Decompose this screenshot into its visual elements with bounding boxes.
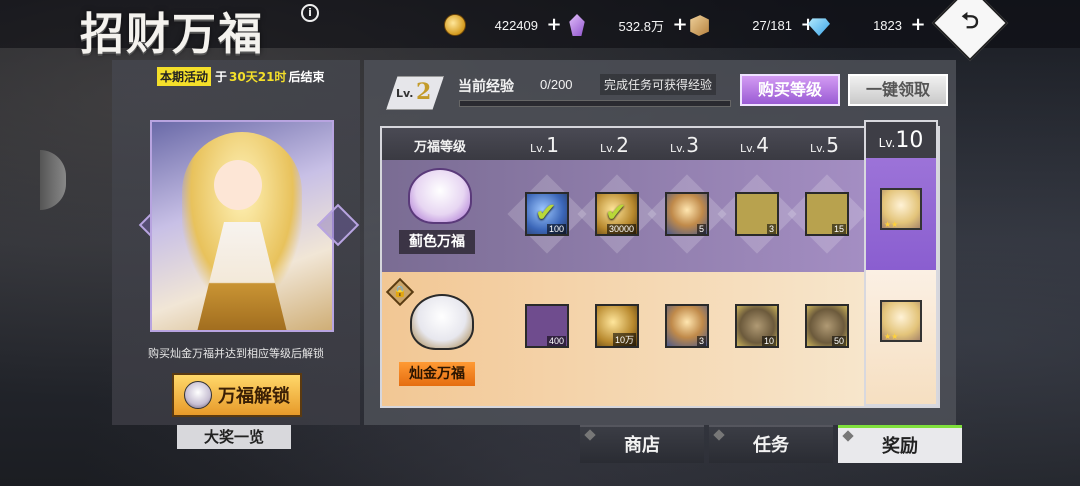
coin-value: 422409 bbox=[494, 17, 538, 33]
reward-qty: 10万 bbox=[612, 333, 636, 346]
event-time: 30天21时 bbox=[229, 70, 287, 84]
gem-add-button[interactable]: + bbox=[910, 16, 926, 34]
reward-cell[interactable]: 3 bbox=[665, 304, 709, 348]
level-badge-bg bbox=[386, 76, 444, 110]
info-icon[interactable]: i bbox=[301, 4, 319, 22]
tier-name-premium: 灿金万福 bbox=[399, 362, 475, 386]
exp-label: 当前经验 bbox=[458, 79, 514, 95]
resource-box: 27/181 + bbox=[688, 14, 816, 36]
reward-qty: 3 bbox=[696, 336, 706, 346]
character-portrait bbox=[150, 120, 334, 332]
star-rating: ★★ bbox=[884, 332, 899, 341]
final-level-column: Lv. 10 ★★ ★★ bbox=[864, 120, 938, 406]
exp-value: 0/200 bbox=[540, 77, 573, 92]
tab-shop[interactable]: 商店 bbox=[580, 425, 704, 463]
tier-name-basic: 蓟色万福 bbox=[399, 230, 475, 254]
crystal-value: 532.8万 bbox=[618, 18, 664, 34]
level-header-10: Lv. 10 bbox=[866, 122, 936, 158]
left-panel: 本期活动 于 30天21时 后结束 购买灿金万福并达到相应等级后解锁 万福解锁 bbox=[112, 60, 360, 425]
reward-cell[interactable]: ✔ 100 bbox=[525, 192, 569, 236]
resource-coin: 422409 + bbox=[444, 14, 562, 36]
fortune-cat-gold-icon bbox=[410, 294, 474, 350]
crystal-add-button[interactable]: + bbox=[672, 16, 688, 34]
lock-icon: 🔒 bbox=[385, 277, 415, 307]
exp-progress-bar bbox=[459, 100, 731, 107]
tab-task-label: 任务 bbox=[753, 435, 789, 456]
character-reward-cell[interactable]: ★★ bbox=[880, 188, 922, 230]
reward-cell[interactable]: 50 bbox=[805, 304, 849, 348]
gem-value: 1823 bbox=[873, 17, 902, 33]
final-reward-basic-row: ★★ bbox=[866, 158, 936, 270]
star-rating: ★★ bbox=[884, 220, 899, 229]
reward-cell[interactable]: 5 bbox=[665, 192, 709, 236]
tier-row-basic: 蓟色万福 ✔ 100 ✔ 30000 5 3 15 bbox=[382, 160, 867, 272]
coin-icon bbox=[444, 14, 466, 36]
reward-qty: 50 bbox=[831, 336, 846, 346]
final-reward-premium-row: ★★ bbox=[866, 270, 936, 404]
tab-reward[interactable]: 奖励 bbox=[838, 425, 962, 463]
resource-gem: 1823 + bbox=[808, 14, 926, 36]
character-face bbox=[214, 160, 262, 210]
reward-cell[interactable]: 10万 bbox=[595, 304, 639, 348]
page-title: 招财万福 bbox=[80, 9, 264, 60]
coin-add-button[interactable]: + bbox=[546, 16, 562, 34]
reward-qty: 100 bbox=[546, 224, 566, 234]
level-header-5: Lv. 5 bbox=[810, 133, 840, 157]
reward-cell[interactable]: 3 bbox=[735, 192, 779, 236]
tab-shop-label: 商店 bbox=[624, 435, 660, 456]
reward-qty: 10 bbox=[761, 336, 776, 346]
tab-task[interactable]: 任务 bbox=[709, 425, 833, 463]
claim-all-button[interactable]: 一键领取 bbox=[848, 74, 948, 106]
level-header-3: Lv. 3 bbox=[670, 133, 700, 157]
reward-qty: 3 bbox=[766, 224, 776, 234]
level-header-4: Lv. 4 bbox=[740, 133, 770, 157]
box-value: 27/181 bbox=[752, 17, 792, 33]
level-header-2: Lv. 2 bbox=[600, 133, 630, 157]
box-icon bbox=[690, 15, 709, 36]
unlock-button-label: 万福解锁 bbox=[218, 386, 290, 407]
reward-qty: 30000 bbox=[606, 224, 636, 234]
level-prefix: Lv. bbox=[396, 87, 414, 100]
reward-qty: 5 bbox=[696, 224, 706, 234]
character-reward-cell[interactable]: ★★ bbox=[880, 300, 922, 342]
event-prefix: 于 bbox=[215, 70, 228, 84]
tier-column-title: 万福等级 bbox=[414, 140, 467, 155]
event-timer: 本期活动 于 30天21时 后结束 bbox=[157, 67, 324, 86]
event-tag: 本期活动 bbox=[157, 67, 212, 86]
tab-reward-label: 奖励 bbox=[882, 436, 918, 457]
reward-grid: 万福等级 Lv. 1 Lv. 2 Lv. 3 Lv. 4 Lv. 5 蓟色万福 ✔ 100… bbox=[380, 126, 940, 408]
reward-cell[interactable]: 400 bbox=[525, 304, 569, 348]
tier-row-premium: 🔒 灿金万福 400 10万 3 10 50 bbox=[382, 272, 867, 406]
level-number: 2 bbox=[416, 79, 432, 105]
tab-corner-icon bbox=[713, 429, 725, 441]
event-suffix: 后结束 bbox=[288, 70, 325, 84]
level-badge: Lv. 2 bbox=[386, 76, 444, 110]
unlock-button[interactable]: 万福解锁 bbox=[172, 373, 302, 417]
top-bar: 招财万福 i 422409 + 532.8万 + 27/181 + 1823 +… bbox=[0, 0, 1080, 62]
back-icon: ⮌ bbox=[961, 9, 979, 34]
tab-corner-icon bbox=[842, 430, 854, 442]
reward-qty: 400 bbox=[546, 336, 566, 346]
reward-cell[interactable]: 15 bbox=[805, 192, 849, 236]
crystal-icon bbox=[569, 14, 585, 36]
level-header-1: Lv. 1 bbox=[530, 133, 560, 157]
task-hint: 完成任务可获得经验 bbox=[600, 74, 717, 95]
reward-cell[interactable]: 10 bbox=[735, 304, 779, 348]
reward-cell[interactable]: ✔ 30000 bbox=[595, 192, 639, 236]
fortune-cat-icon bbox=[184, 381, 212, 409]
grand-prize-button[interactable]: 大奖一览 bbox=[177, 425, 291, 449]
unlock-note: 购买灿金万福并达到相应等级后解锁 bbox=[148, 347, 324, 360]
fortune-cat-purple-icon bbox=[408, 168, 472, 224]
grid-header: 万福等级 Lv. 1 Lv. 2 Lv. 3 Lv. 4 Lv. 5 bbox=[382, 128, 867, 160]
tab-corner-icon bbox=[584, 429, 596, 441]
gem-icon bbox=[808, 18, 830, 36]
reward-qty: 15 bbox=[831, 224, 846, 234]
buy-level-button[interactable]: 购买等级 bbox=[740, 74, 840, 106]
resource-crystal: 532.8万 + bbox=[566, 14, 688, 36]
